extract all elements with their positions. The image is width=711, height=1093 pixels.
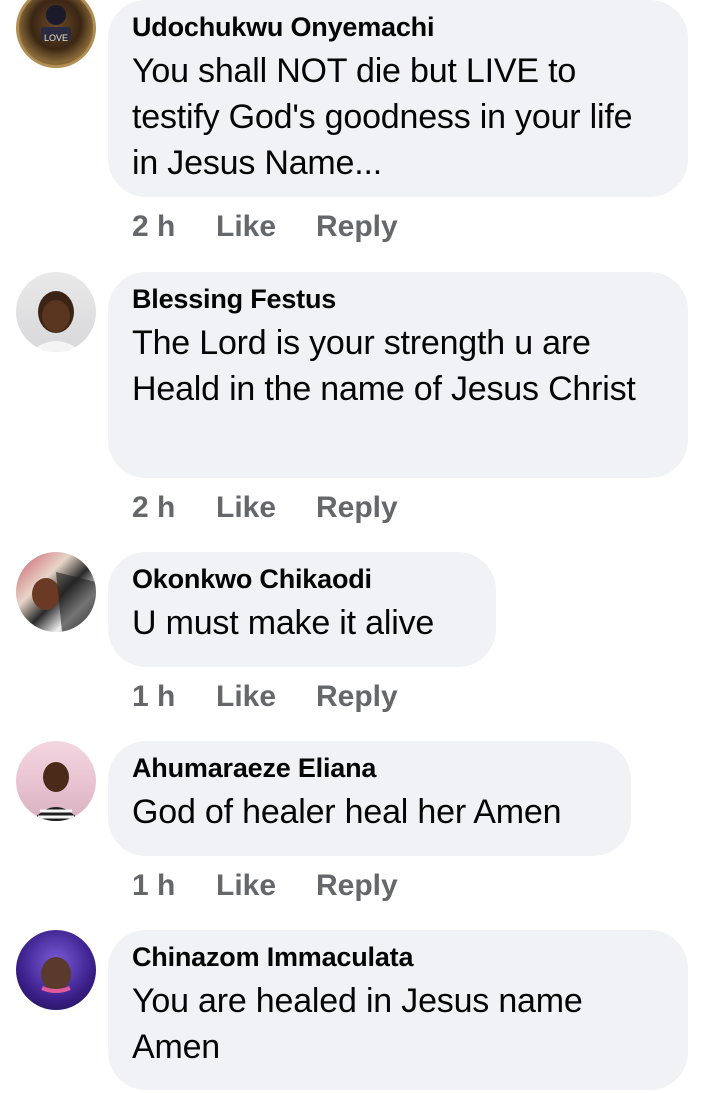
comment-text: The Lord is your strength u are Heald in… — [132, 324, 636, 408]
comment-bubble: Okonkwo Chikaodi U must make it alive — [108, 552, 496, 667]
comment-bubble: Udochukwu Onyemachi You shall NOT die bu… — [108, 0, 688, 197]
avatar[interactable]: LOVE — [16, 0, 96, 68]
comment-author[interactable]: Ahumaraeze Eliana — [132, 751, 607, 785]
avatar[interactable] — [16, 552, 96, 632]
comment-bubble: Ahumaraeze Eliana God of healer heal her… — [108, 741, 631, 856]
avatar[interactable] — [16, 272, 96, 352]
reply-button[interactable]: Reply — [316, 490, 398, 526]
avatar-image-icon — [32, 762, 80, 821]
comment-text: God of healer heal her Amen — [132, 793, 562, 831]
avatar-image-icon — [32, 572, 96, 632]
like-button[interactable]: Like — [216, 868, 316, 904]
comment-text: You shall NOT die but LIVE to testify Go… — [132, 52, 633, 182]
comment-bubble: Blessing Festus The Lord is your strengt… — [108, 272, 688, 478]
avatar-image-icon: LOVE — [41, 5, 71, 43]
comment-actions: 2 h Like Reply — [132, 490, 398, 526]
comment-text: You are healed in Jesus name Amen — [132, 982, 583, 1066]
comment-bubble: Chinazom Immaculata You are healed in Je… — [108, 930, 688, 1090]
avatar[interactable] — [16, 930, 96, 1010]
comment-time[interactable]: 1 h — [132, 679, 216, 715]
comment-author[interactable]: Udochukwu Onyemachi — [132, 10, 664, 44]
comment-time[interactable]: 2 h — [132, 490, 216, 526]
reply-button[interactable]: Reply — [316, 868, 398, 904]
comment-author[interactable]: Okonkwo Chikaodi — [132, 562, 472, 596]
comment-author[interactable]: Chinazom Immaculata — [132, 940, 664, 974]
avatar-badge: LOVE — [44, 33, 68, 43]
like-button[interactable]: Like — [216, 209, 316, 245]
avatar-image-icon — [41, 957, 71, 993]
comment-text: U must make it alive — [132, 604, 435, 642]
comment-time[interactable]: 1 h — [132, 868, 216, 904]
reply-button[interactable]: Reply — [316, 209, 398, 245]
comment-actions: 1 h Like Reply — [132, 868, 398, 904]
like-button[interactable]: Like — [216, 490, 316, 526]
avatar-image-icon — [30, 291, 82, 352]
comment-time[interactable]: 2 h — [132, 209, 216, 245]
comment-author[interactable]: Blessing Festus — [132, 282, 664, 316]
comment-actions: 1 h Like Reply — [132, 679, 398, 715]
like-button[interactable]: Like — [216, 679, 316, 715]
avatar[interactable] — [16, 741, 96, 821]
comment-actions: 2 h Like Reply — [132, 209, 398, 245]
reply-button[interactable]: Reply — [316, 679, 398, 715]
